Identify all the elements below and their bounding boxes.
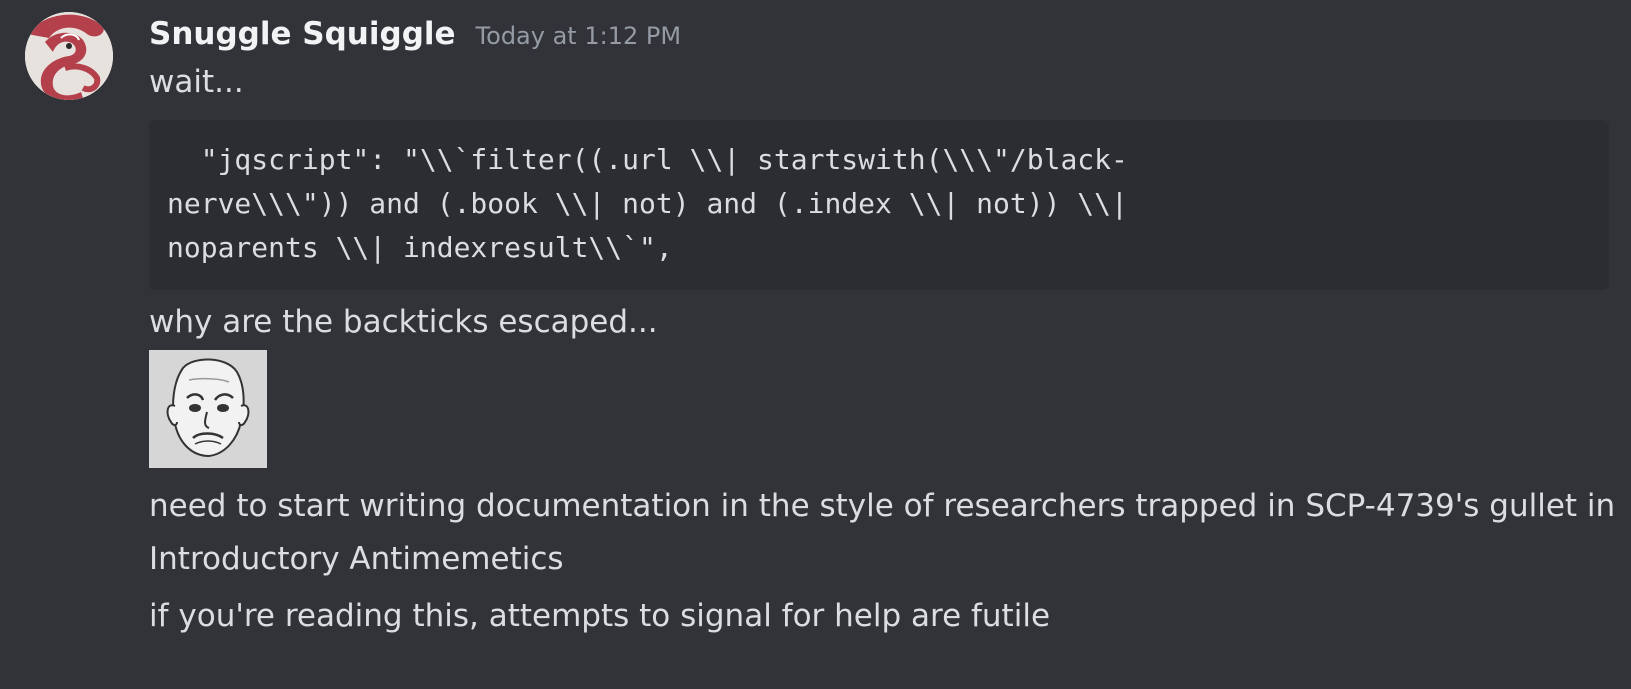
message-header: Snuggle Squiggle Today at 1:12 PM [149, 10, 1631, 58]
worried-face-icon [149, 350, 267, 468]
message-text-3: need to start writing documentation in t… [149, 488, 1616, 577]
code-block: "jqscript": "\\`filter((.url \\| startsw… [149, 120, 1609, 290]
message-text-2: why are the backticks escaped... [149, 304, 658, 340]
worried-face-sticker[interactable] [149, 350, 267, 468]
message-text-4: if you're reading this, attempts to sign… [149, 598, 1051, 634]
chat-message: Snuggle Squiggle Today at 1:12 PM wait..… [0, 0, 1631, 689]
username[interactable]: Snuggle Squiggle [149, 10, 456, 58]
snake-avatar-icon [25, 12, 113, 100]
avatar[interactable] [25, 12, 113, 100]
timestamp: Today at 1:12 PM [475, 22, 682, 50]
message-text-1: wait... [149, 64, 244, 100]
